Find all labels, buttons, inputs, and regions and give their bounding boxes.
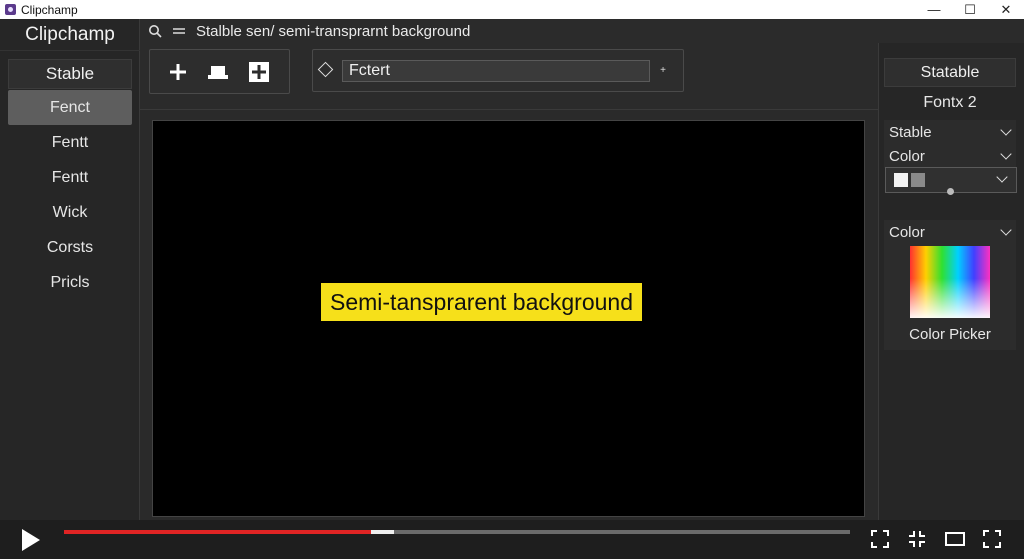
close-icon[interactable]: ✕ [988,0,1024,19]
sidebar-item-pricls[interactable]: Pricls [8,265,132,300]
sidebar-list: Fenct Fentt Fentt Wick Corsts Pricls [8,90,132,300]
chevron-down-icon [1000,224,1012,236]
properties-panel: Statable Fontx 2 Stable Color Color Colo… [878,43,1024,520]
color-picker-label: Color Picker [909,326,991,343]
brand-title: Clipchamp [0,19,140,51]
menu-icon[interactable] [170,22,188,40]
font-adjust-button[interactable]: + [656,61,670,79]
font-name-input[interactable] [342,60,650,82]
sidebar-item-fenct[interactable]: Fenct [8,90,132,125]
sidebar-item-fentt-2[interactable]: Fentt [8,160,132,195]
fullscreen-icon[interactable] [870,529,890,549]
font-preset-label: Fontx 2 [923,94,977,111]
gray-swatch[interactable] [911,173,925,187]
preview-area: Semi-tansprarent background [140,110,878,520]
sidebar-item-corsts[interactable]: Corsts [8,230,132,265]
sidebar-header[interactable]: Stable [8,59,132,89]
top-header: Stalble sen/ semi-transprarnt background [140,19,1024,43]
add-box-icon[interactable] [247,60,271,84]
maximize-icon[interactable]: ☐ [952,0,988,19]
window-title: Clipchamp [21,2,78,17]
style-dropdown-label: Stable [889,123,932,141]
window-titlebar: Clipchamp — ☐ ✕ [0,0,1024,19]
diamond-icon [317,61,334,78]
app-logo-icon [5,4,16,15]
sidebar-item-fentt-1[interactable]: Fentt [8,125,132,160]
sidebar-item-wick[interactable]: Wick [8,195,132,230]
search-icon[interactable] [146,22,164,40]
project-title: Stalble sen/ semi-transprarnt background [196,22,471,40]
chevron-down-icon [1000,148,1012,160]
timeline-scrubber[interactable] [64,530,850,534]
tool-button-group [149,49,290,94]
white-swatch[interactable] [894,173,908,187]
collapse-icon[interactable] [907,529,927,549]
caption-text-overlay[interactable]: Semi-tansprarent background [321,283,642,321]
opacity-slider-handle[interactable] [947,188,954,195]
chevron-down-icon [1000,124,1012,136]
playback-bar [0,520,1024,559]
text-block-icon[interactable] [206,60,230,84]
video-preview-canvas[interactable]: Semi-tansprarent background [152,120,865,517]
play-icon[interactable] [22,529,40,551]
minimize-icon[interactable]: — [916,0,952,19]
chevron-down-icon [996,171,1008,183]
color-picker: Color Picker [884,238,1016,350]
add-icon[interactable] [166,60,190,84]
left-sidebar: Clipchamp Stable Fenct Fentt Fentt Wick … [0,19,140,520]
properties-header[interactable]: Statable [884,58,1016,87]
expand-icon[interactable] [982,529,1002,549]
color-gradient-field[interactable] [910,246,990,318]
color-dropdown-label: Color [889,147,925,165]
theater-mode-icon[interactable] [944,529,965,549]
color-dropdown[interactable]: Color [884,144,1016,168]
style-dropdown[interactable]: Stable [884,120,1016,144]
window-controls: — ☐ ✕ [916,0,1024,19]
playback-progress [64,530,371,534]
font-selector-group: + [312,49,684,92]
toolbar: + [140,43,878,110]
